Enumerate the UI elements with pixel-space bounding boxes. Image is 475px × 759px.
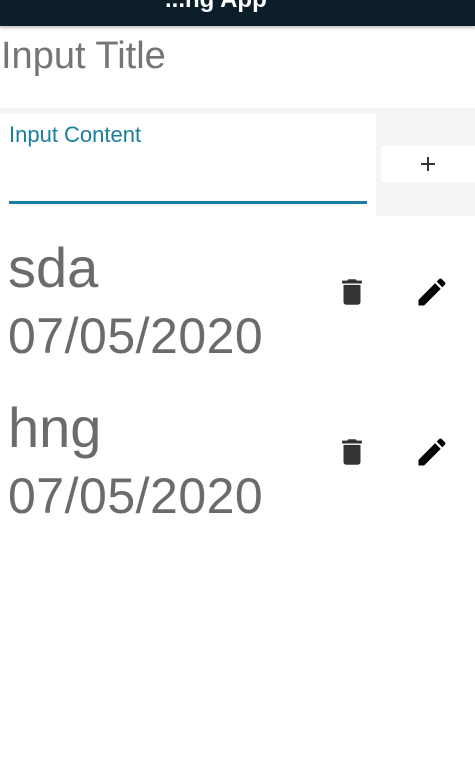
- edit-note-button[interactable]: [414, 434, 450, 470]
- content-form-row: Input Content: [0, 108, 475, 216]
- plus-icon: [416, 152, 440, 176]
- content-field-label: Input Content: [9, 122, 142, 147]
- trash-icon: [335, 275, 369, 309]
- note-date: 07/05/2020: [8, 468, 264, 524]
- edit-note-button[interactable]: [414, 274, 450, 310]
- pencil-icon: [414, 434, 450, 470]
- note-list-item: hng 07/05/2020: [0, 396, 475, 556]
- note-title: hng: [8, 396, 102, 459]
- pencil-icon: [414, 274, 450, 310]
- note-list-item: sda 07/05/2020: [0, 236, 475, 396]
- note-date: 07/05/2020: [8, 308, 264, 364]
- delete-note-button[interactable]: [334, 434, 370, 470]
- add-note-button[interactable]: [381, 146, 475, 182]
- app-title: ...ng App: [165, 0, 267, 14]
- title-input[interactable]: [0, 26, 475, 86]
- app-bar: ...ng App: [0, 0, 475, 26]
- content-field: Input Content: [0, 114, 376, 216]
- delete-note-button[interactable]: [334, 274, 370, 310]
- note-title: sda: [8, 236, 99, 299]
- trash-icon: [335, 435, 369, 469]
- content-input[interactable]: [9, 154, 367, 204]
